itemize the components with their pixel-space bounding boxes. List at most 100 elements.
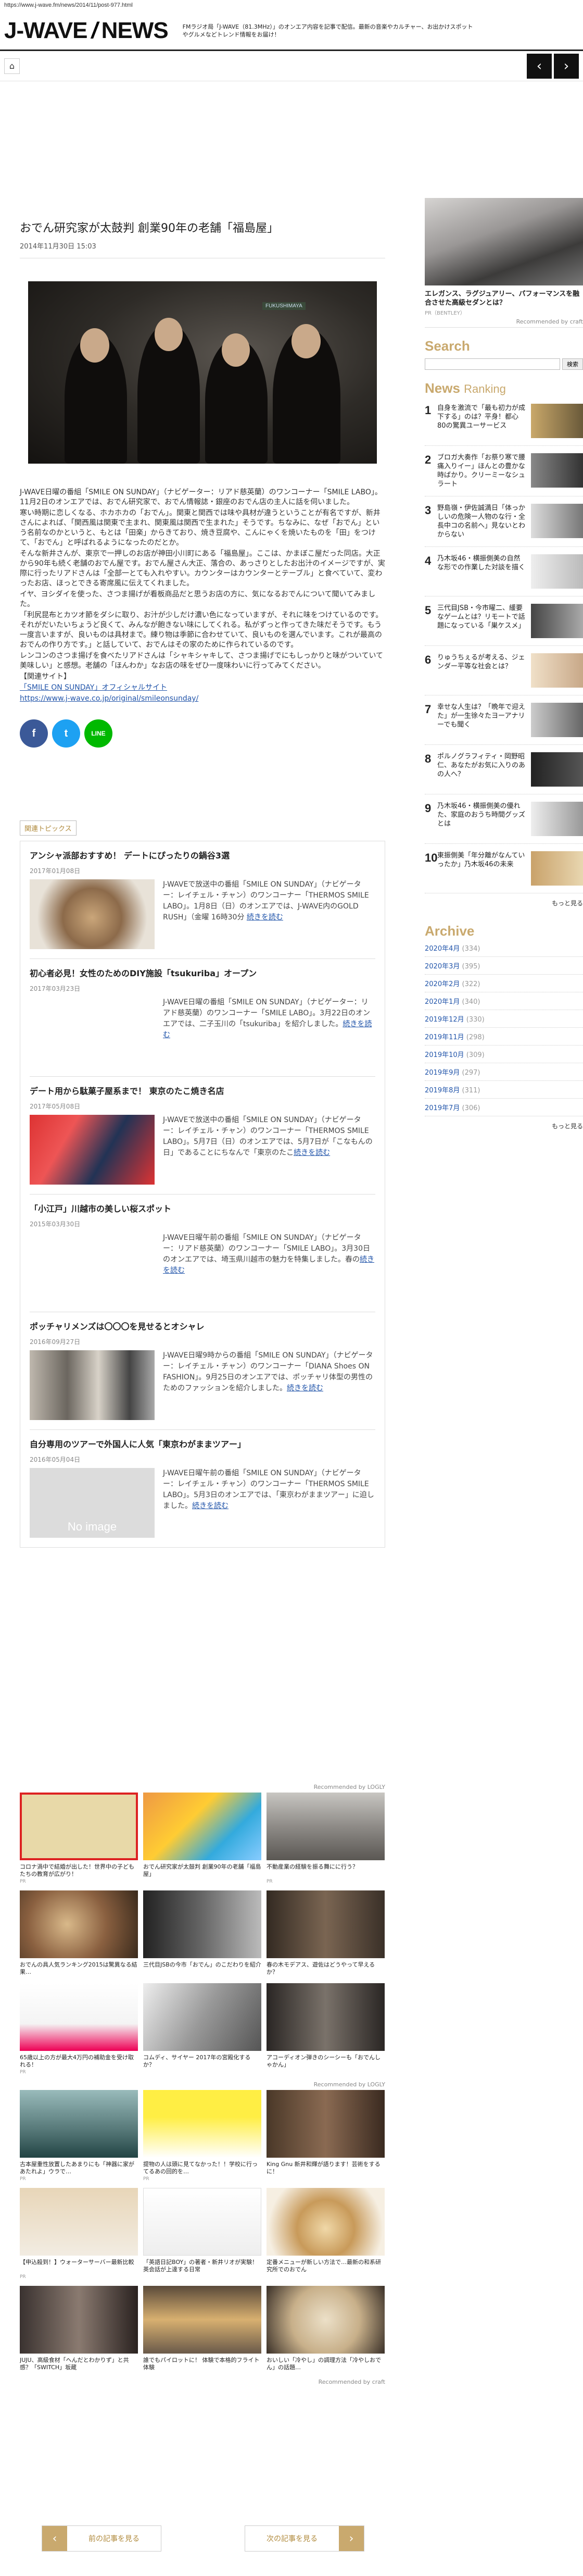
related-thumbnail[interactable] [30, 1350, 155, 1420]
archive-item[interactable]: 2019年7月 (306) [425, 1099, 583, 1116]
ad-image[interactable] [143, 2188, 261, 2256]
read-more-link[interactable]: 続きを読む [287, 1384, 323, 1392]
read-more-link[interactable]: 続きを読む [192, 1502, 229, 1510]
archive-more-link[interactable]: もっと見る [425, 1122, 583, 1130]
related-title[interactable]: 初心者必見！女性のためのDIY施設「tsukuriba」オープン [30, 966, 375, 979]
rank-thumbnail[interactable] [531, 404, 583, 438]
ad-image[interactable] [267, 1983, 385, 2051]
ranking-item[interactable]: 7 幸せな人生は？「晩年で迎えた」が一生徐々たヨーアナリーでも聞く [425, 695, 583, 745]
rank-thumbnail[interactable] [531, 802, 583, 836]
ranking-item[interactable]: 2 ブロガ大奏作「お祭り寒で腰痛入りイー」ほんとの豊かな時ばかり。クリーミーなシュ… [425, 446, 583, 496]
related-item[interactable]: デート用から駄菓子屋系まで！ 東京のたこ焼き名店 2017年05月08日 J-W… [30, 1077, 375, 1194]
ad-caption[interactable]: 三代目JSBの今市「おでん」のこだわりを紹介 [143, 1961, 261, 1976]
prev-article-button[interactable]: ‹ 前の記事を見る [42, 2525, 161, 2552]
related-item[interactable]: 「小江戸」川越市の美しい桜スポット 2015年03月30日 J-WAVE日曜午前… [30, 1194, 375, 1312]
ad-caption[interactable]: アコーディオン弾きのシーシーも「おでんしゃかん」 [267, 2054, 385, 2069]
rank-title[interactable]: ポルノグラフィティ・岡野昭仁、あなたがお気に入りのあの人へ？ [437, 752, 531, 779]
ad-image[interactable] [267, 1793, 385, 1860]
archive-item[interactable]: 2019年8月 (311) [425, 1081, 583, 1099]
ad-caption[interactable]: 古本屋重性放置したあまりにも「神器に家があたれよ」ウラで… [20, 2161, 138, 2175]
ad-card[interactable]: JUJU、高級食材「へんだとわかりず」と共感？「SWITCH」坂蔵 [20, 2286, 138, 2372]
ranking-item[interactable]: 4 乃木坂46・横振側美の自然な形での作業した対談を描く [425, 547, 583, 596]
ad-card[interactable]: 65歳以上の方が最大4万円の補助金を受け取れる！ PR [20, 1983, 138, 2075]
ad-card[interactable]: おいしい「冷やし」の調理方法「冷やしおでん」の話題… [267, 2286, 385, 2372]
rank-thumbnail[interactable] [531, 554, 583, 589]
rank-title[interactable]: 乃木坂46・横振側美の自然な形での作業した対談を描く [437, 554, 531, 572]
twitter-icon[interactable]: t [52, 719, 80, 748]
ad-card[interactable]: 古本屋重性放置したあまりにも「神器に家があたれよ」ウラで… PR [20, 2090, 138, 2182]
line-icon[interactable]: LINE [84, 719, 112, 748]
ad-card[interactable]: おでん研究家が太鼓判 創業90年の老舗「福島屋」 [143, 1793, 261, 1884]
rank-thumbnail[interactable] [531, 703, 583, 737]
archive-month[interactable]: 2019年9月 [425, 1069, 460, 1077]
ad-caption[interactable]: おでん研究家が太鼓判 創業90年の老舗「福島屋」 [143, 1863, 261, 1878]
official-site-link[interactable]: 「SMILE ON SUNDAY」オフィシャルサイト [20, 683, 167, 692]
related-title[interactable]: 自分専用のツアーで外国人に人気「東京わがままツアー」 [30, 1437, 375, 1450]
official-site-url[interactable]: https://www.j-wave.co.jp/original/smileo… [20, 694, 198, 703]
ad-caption[interactable]: おいしい「冷やし」の調理方法「冷やしおでん」の話題… [267, 2357, 385, 2371]
ad-image[interactable] [143, 1890, 261, 1958]
archive-item[interactable]: 2020年2月 (322) [425, 975, 583, 992]
ad-card[interactable]: King Gnu 新井和輝が語ります！芸術をするに！ [267, 2090, 385, 2182]
related-thumbnail[interactable] [30, 1115, 155, 1185]
archive-month[interactable]: 2020年3月 [425, 963, 460, 970]
archive-item[interactable]: 2019年10月 (309) [425, 1046, 583, 1063]
ad-caption[interactable]: JUJU、高級食材「へんだとわかりず」と共感？「SWITCH」坂蔵 [20, 2357, 138, 2371]
ad-caption[interactable]: 春の木モデアス、遊佐はどうやって早えるか？ [267, 1961, 385, 1976]
search-button[interactable]: 検索 [562, 358, 583, 370]
rank-thumbnail[interactable] [531, 851, 583, 886]
rank-title[interactable]: 東振側美「年分離がなんていったか」乃木坂46の未来 [437, 851, 531, 869]
related-title[interactable]: デート用から駄菓子屋系まで！ 東京のたこ焼き名店 [30, 1084, 375, 1097]
ad-caption[interactable]: コロナ渦中で結婚が出した！世界中の子どもたちの教育が広がり！ [20, 1863, 138, 1878]
related-thumbnail[interactable] [30, 879, 155, 949]
related-item[interactable]: 初心者必見！女性のためのDIY施設「tsukuriba」オープン 2017年03… [30, 959, 375, 1077]
ad-image[interactable] [20, 1983, 138, 2051]
ranking-more-link[interactable]: もっと見る [425, 899, 583, 907]
archive-item[interactable]: 2020年4月 (334) [425, 939, 583, 957]
ad-caption[interactable]: King Gnu 新井和輝が語ります！芸術をするに！ [267, 2161, 385, 2175]
ranking-item[interactable]: 1 自身を激流で「最も初力が成下する」のは？平身！都心80の驚異ユーサービス [425, 396, 583, 446]
ad-image[interactable] [20, 2286, 138, 2354]
ad-card[interactable]: 【申込殺到！】ウォーターサーバー最新比較 PR [20, 2188, 138, 2280]
ad-caption[interactable]: コムディ、サイヤー 2017年の宮殿化するか？ [143, 2054, 261, 2069]
ad-card[interactable]: 誰でもパイロットに！ 体験で本格的フライト体験 [143, 2286, 261, 2372]
related-item[interactable]: 自分専用のツアーで外国人に人気「東京わがままツアー」 2016年05月04日 N… [30, 1430, 375, 1547]
ad-image[interactable] [143, 1983, 261, 2051]
archive-month[interactable]: 2019年11月 [425, 1034, 464, 1041]
ad-card[interactable]: アコーディオン弾きのシーシーも「おでんしゃかん」 [267, 1983, 385, 2075]
ad-caption[interactable]: 【申込殺到！】ウォーターサーバー最新比較 [20, 2259, 138, 2273]
search-input[interactable] [425, 358, 560, 370]
rank-title[interactable]: 三代目JSB・今市曜二、緩要なゲームとは？リモートで話題になっている「巣ケスメ」 [437, 604, 531, 630]
related-title[interactable]: 「小江戸」川越市の美しい桜スポット [30, 1202, 375, 1214]
rank-thumbnail[interactable] [531, 453, 583, 488]
ranking-item[interactable]: 6 りゅうちぇるが考える、ジェンダー平等な社会とは？ [425, 646, 583, 695]
ad-card[interactable]: 定番メニューが新しい方法で…最新の和系研究所でのおでん [267, 2188, 385, 2280]
rank-title[interactable]: ブロガ大奏作「お祭り寒で腰痛入りイー」ほんとの豊かな時ばかり。クリーミーなシュラ… [437, 453, 531, 489]
ad-caption[interactable]: 「英語日記BOY」の著者・新井リオが実験！英会話が上達する日常 [143, 2259, 261, 2273]
ad-card[interactable]: 三代目JSBの今市「おでん」のこだわりを紹介 [143, 1890, 261, 1977]
ad-caption[interactable]: 提物の人は頭に見てなかった！！学校に行ってるあの回的を… [143, 2161, 261, 2175]
related-title[interactable]: アンシャ派部おすすめ！ デートにぴったりの鍋谷3選 [30, 849, 375, 861]
archive-month[interactable]: 2019年12月 [425, 1016, 464, 1024]
archive-month[interactable]: 2019年10月 [425, 1051, 464, 1059]
ad-card[interactable]: コロナ渦中で結婚が出した！世界中の子どもたちの教育が広がり！ PR [20, 1793, 138, 1884]
archive-item[interactable]: 2019年9月 (297) [425, 1063, 583, 1081]
ranking-item[interactable]: 8 ポルノグラフィティ・岡野昭仁、あなたがお気に入りのあの人へ？ [425, 745, 583, 794]
ad-card[interactable]: 不動産業の経験を振る舞にに行う？ PR [267, 1793, 385, 1884]
archive-month[interactable]: 2020年4月 [425, 945, 460, 953]
archive-month[interactable]: 2019年8月 [425, 1087, 460, 1094]
next-arrow-button[interactable]: › [554, 53, 579, 79]
ad-image[interactable] [20, 1793, 138, 1860]
rank-thumbnail[interactable] [531, 752, 583, 787]
archive-month[interactable]: 2019年7月 [425, 1104, 460, 1112]
ad-image[interactable] [267, 2286, 385, 2354]
ranking-item[interactable]: 9 乃木坂46・横振側美の優れた、家庭のおうち時間グッズとは [425, 794, 583, 844]
archive-item[interactable]: 2020年3月 (395) [425, 957, 583, 975]
ad-caption[interactable]: 定番メニューが新しい方法で…最新の和系研究所でのおでん [267, 2259, 385, 2273]
ad-image[interactable] [143, 2090, 261, 2158]
ranking-item[interactable]: 3 野島嶺・伊佐誠満日「体っかしいの危険ー人物のな行・全長中コの名前へ」見ないとわ… [425, 496, 583, 547]
ad-image[interactable] [20, 2090, 138, 2158]
ad-card[interactable]: おでんの具人気ランキング2015は驚異なる結果… [20, 1890, 138, 1977]
rank-thumbnail[interactable] [531, 504, 583, 538]
prev-arrow-button[interactable]: ‹ [527, 53, 552, 79]
